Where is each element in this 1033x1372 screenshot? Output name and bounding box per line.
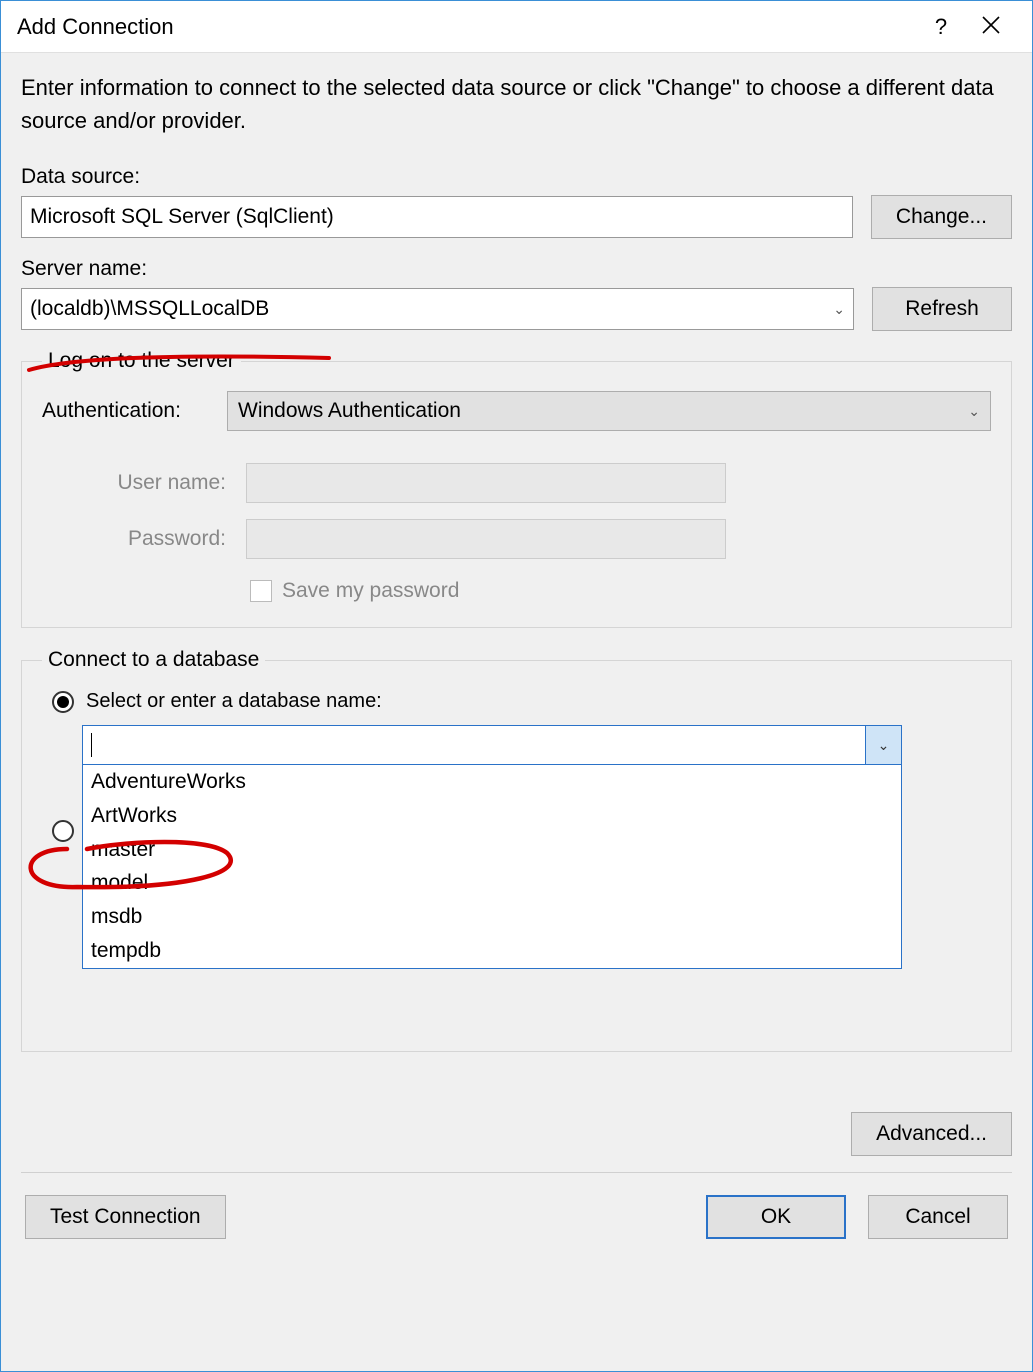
logon-legend: Log on to the server bbox=[42, 349, 241, 373]
select-database-label: Select or enter a database name: bbox=[86, 690, 382, 713]
database-option[interactable]: AdventureWorks bbox=[83, 765, 901, 799]
username-label: User name: bbox=[86, 471, 226, 495]
data-source-value: Microsoft SQL Server (SqlClient) bbox=[30, 205, 334, 229]
server-name-value: (localdb)\MSSQLLocalDB bbox=[30, 297, 269, 321]
refresh-button[interactable]: Refresh bbox=[872, 287, 1012, 331]
save-password-label: Save my password bbox=[282, 579, 459, 603]
save-password-checkbox bbox=[250, 580, 272, 602]
dialog-footer: Test Connection OK Cancel bbox=[1, 1173, 1032, 1261]
database-option[interactable]: model bbox=[83, 866, 901, 900]
change-button[interactable]: Change... bbox=[871, 195, 1012, 239]
close-icon bbox=[982, 16, 1000, 34]
data-source-label: Data source: bbox=[21, 165, 1012, 189]
intro-text: Enter information to connect to the sele… bbox=[21, 71, 1012, 137]
cancel-button[interactable]: Cancel bbox=[868, 1195, 1008, 1239]
data-source-field: Microsoft SQL Server (SqlClient) bbox=[21, 196, 853, 238]
database-option[interactable]: tempdb bbox=[83, 934, 901, 968]
dialog-title: Add Connection bbox=[17, 14, 916, 40]
test-connection-button[interactable]: Test Connection bbox=[25, 1195, 226, 1239]
authentication-value: Windows Authentication bbox=[238, 399, 461, 423]
database-option[interactable]: ArtWorks bbox=[83, 799, 901, 833]
help-button[interactable]: ? bbox=[916, 14, 966, 40]
ok-button[interactable]: OK bbox=[706, 1195, 846, 1239]
database-option[interactable]: master bbox=[83, 833, 901, 867]
advanced-button[interactable]: Advanced... bbox=[851, 1112, 1012, 1156]
database-panel: Connect to a database Select or enter a … bbox=[21, 648, 1012, 1052]
password-label: Password: bbox=[86, 527, 226, 551]
logon-panel: Log on to the server Authentication: Win… bbox=[21, 349, 1012, 628]
database-dropdown-list: AdventureWorks ArtWorks master model msd… bbox=[82, 765, 902, 969]
server-name-label: Server name: bbox=[21, 257, 1012, 281]
password-input bbox=[246, 519, 726, 559]
add-connection-dialog: Add Connection ? Enter information to co… bbox=[0, 0, 1033, 1372]
database-name-combobox[interactable]: ⌄ bbox=[82, 725, 902, 765]
server-name-combobox[interactable]: (localdb)\MSSQLLocalDB ⌄ bbox=[21, 288, 854, 330]
authentication-label: Authentication: bbox=[42, 399, 207, 423]
authentication-combobox[interactable]: Windows Authentication ⌄ bbox=[227, 391, 991, 431]
titlebar: Add Connection ? bbox=[1, 1, 1032, 53]
chevron-down-icon: ⌄ bbox=[833, 301, 845, 318]
close-button[interactable] bbox=[966, 14, 1016, 40]
select-database-radio[interactable] bbox=[52, 691, 74, 713]
chevron-down-icon[interactable]: ⌄ bbox=[865, 726, 901, 764]
attach-database-radio[interactable] bbox=[52, 820, 74, 842]
database-legend: Connect to a database bbox=[42, 648, 265, 672]
chevron-down-icon: ⌄ bbox=[968, 403, 980, 420]
database-option[interactable]: msdb bbox=[83, 900, 901, 934]
username-input bbox=[246, 463, 726, 503]
